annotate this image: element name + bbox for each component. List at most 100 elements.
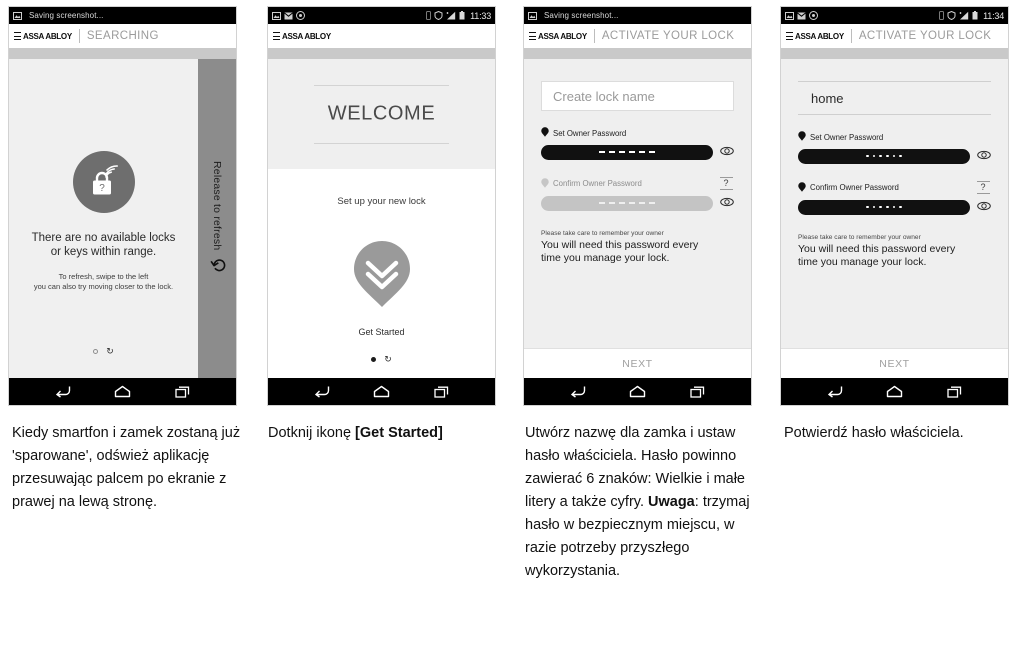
recents-icon[interactable] (174, 385, 191, 398)
battery-icon (459, 11, 465, 20)
password-note: Please take care to remember your owner … (798, 234, 991, 268)
spinner-icon: ↻ (106, 346, 114, 356)
confirm-owner-password-input[interactable] (541, 195, 713, 211)
recents-icon[interactable] (433, 385, 450, 398)
phone-welcome: 11:33 ASSA ABLOY WELCOME Set up your new… (267, 6, 496, 406)
get-started-label: Get Started (358, 327, 405, 337)
set-owner-password-label: Set Owner Password (553, 128, 627, 138)
form-fields: home Set Owner Password Confirm Owner Pa… (798, 81, 991, 378)
password-note-small: Please take care to remember your owner (798, 234, 921, 241)
tutorial-board: Saving screenshot... ASSA ABLOY SEARCHIN… (0, 0, 1024, 666)
hamburger-icon[interactable] (529, 32, 536, 40)
app-bar: ASSA ABLOY ACTIVATE YOUR LOCK (524, 24, 751, 48)
pager-dot[interactable] (371, 357, 377, 362)
status-time: 11:34 (983, 10, 1004, 21)
phone-activate-filled: 11:34 ASSA ABLOY ACTIVATE YOUR LOCK home (780, 6, 1009, 406)
lock-name-input[interactable]: home (798, 81, 991, 115)
screen-title: ACTIVATE YOUR LOCK (858, 30, 992, 42)
brand-logo: ASSA ABLOY (538, 31, 587, 41)
set-owner-password-input[interactable] (541, 144, 713, 160)
screen-body: Create lock name Set Owner Password Conf… (524, 59, 751, 378)
confirm-owner-password-input[interactable] (798, 199, 970, 215)
app-circle-icon (296, 11, 305, 20)
password-note: Please take care to remember your owner … (541, 230, 734, 264)
svg-text:?: ? (99, 183, 105, 194)
caption-step-2: Dotknij ikonę [Get Started] (268, 422, 518, 445)
status-time: 11:33 (470, 10, 491, 21)
confirm-owner-password-group: Confirm Owner Password ? (798, 181, 991, 216)
screen-body: WELCOME Set up your new lock Get Started… (268, 59, 495, 378)
eye-icon[interactable] (977, 198, 991, 216)
confirm-owner-password-label-row: Confirm Owner Password ? (798, 181, 991, 194)
shield-icon (434, 10, 443, 21)
recents-icon[interactable] (946, 385, 963, 398)
welcome-rule-bottom (314, 143, 449, 144)
set-owner-password-input[interactable] (798, 148, 970, 164)
caption-step-4: Potwierdź hasło właściciela. (784, 425, 964, 441)
pager-dot[interactable] (93, 349, 99, 354)
caption-step-2-text: Dotknij ikonę (268, 425, 356, 441)
welcome-heading: WELCOME (327, 102, 436, 125)
password-note-small: Please take care to remember your owner (541, 230, 664, 237)
home-icon[interactable] (373, 385, 390, 398)
map-pin-outline-icon (541, 177, 549, 190)
back-icon[interactable] (826, 385, 843, 398)
confirm-owner-password-label: Confirm Owner Password (810, 183, 899, 192)
android-nav-bar (9, 378, 236, 405)
home-icon[interactable] (886, 385, 903, 398)
map-pin-icon (798, 131, 806, 143)
home-icon[interactable] (629, 385, 646, 398)
set-owner-password-label-row: Set Owner Password (541, 127, 734, 139)
toolbar-strip (781, 48, 1008, 59)
next-button[interactable]: NEXT (524, 348, 751, 378)
status-notice: Saving screenshot... (544, 11, 619, 20)
hamburger-icon[interactable] (786, 32, 793, 40)
eye-icon[interactable] (720, 194, 734, 212)
next-button[interactable]: NEXT (781, 348, 1008, 378)
home-icon[interactable] (114, 385, 131, 398)
get-started-pin-button[interactable] (352, 239, 412, 314)
password-help-button[interactable]: ? (975, 181, 991, 194)
empty-state-headline: There are no available locks or keys wit… (9, 231, 198, 259)
lock-name-input[interactable]: Create lock name (541, 81, 734, 111)
caption-step-2-emphasis: [Get Started] (355, 425, 443, 441)
eye-icon[interactable] (720, 143, 734, 161)
recents-icon[interactable] (689, 385, 706, 398)
status-bar: Saving screenshot... (9, 7, 236, 24)
hamburger-icon[interactable] (273, 32, 280, 40)
password-help-button[interactable]: ? (718, 177, 734, 190)
empty-hint-line1: To refresh, swipe to the left (58, 272, 149, 281)
mail-icon (797, 12, 806, 20)
release-to-refresh-panel[interactable]: Release to refresh ⟲ (198, 59, 236, 378)
status-bar-right: 11:34 (939, 11, 1004, 21)
activate-form: Create lock name Set Owner Password Conf… (524, 59, 751, 378)
shield-icon (947, 10, 956, 21)
back-icon[interactable] (313, 385, 330, 398)
pager-dots: ↻ (268, 355, 495, 364)
activate-form: home Set Owner Password Confirm Owner Pa… (781, 59, 1008, 378)
password-note-line2: time you manage your lock. (541, 251, 670, 264)
password-note-line2: time you manage your lock. (798, 255, 927, 268)
help-question-mark: ? (719, 177, 733, 190)
screenshot-icon (785, 11, 794, 20)
set-owner-password-group: Set Owner Password (798, 131, 991, 165)
battery-icon (972, 11, 978, 20)
android-nav-bar (781, 378, 1008, 405)
signal-icon (959, 11, 969, 20)
screen-title: SEARCHING (86, 30, 159, 42)
hamburger-icon[interactable] (14, 32, 21, 40)
empty-state-hint: To refresh, swipe to the left you can al… (9, 272, 198, 292)
status-bar-right: 11:33 (426, 11, 491, 21)
screen-body: home Set Owner Password Confirm Owner Pa… (781, 59, 1008, 378)
map-pin-icon (541, 127, 549, 139)
welcome-banner: WELCOME (268, 59, 495, 169)
app-circle-icon (809, 11, 818, 20)
status-bar: Saving screenshot... (524, 7, 751, 24)
back-icon[interactable] (569, 385, 586, 398)
eye-icon[interactable] (977, 147, 991, 165)
confirm-owner-password-label-row: Confirm Owner Password ? (541, 177, 734, 190)
back-icon[interactable] (54, 385, 71, 398)
set-owner-password-row (541, 143, 734, 161)
app-bar: ASSA ABLOY (268, 24, 495, 48)
status-bar-left: Saving screenshot... (13, 11, 103, 20)
